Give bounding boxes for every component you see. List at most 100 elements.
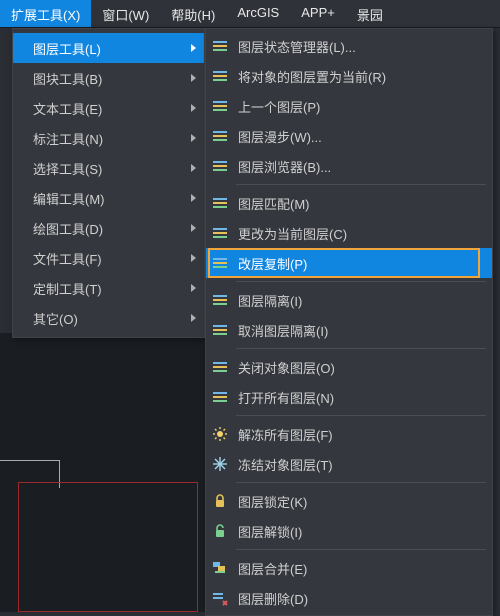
freeze-obj-icon [210, 454, 230, 474]
layer-off-icon [210, 357, 230, 377]
menu-jingyuan[interactable]: 景园 [346, 0, 394, 27]
separator [236, 549, 486, 550]
separator [236, 281, 486, 282]
submenu-other[interactable]: 其它(O) [13, 303, 204, 333]
submenu-label: 定制工具(T) [33, 279, 102, 298]
menu-item-label: 图层隔离(I) [238, 291, 302, 310]
layer-unlock[interactable]: 图层解锁(I) [206, 516, 492, 546]
change-layer-icon [210, 223, 230, 243]
layer-on-all-icon [210, 387, 230, 407]
thaw-all-layers[interactable]: 解冻所有图层(F) [206, 419, 492, 449]
menu-extension-tools[interactable]: 扩展工具(X) [0, 0, 91, 27]
layer-browse-icon [210, 156, 230, 176]
submenu-layer-tools[interactable]: 图层工具(L) [13, 33, 204, 63]
menu-item-label: 图层匹配(M) [238, 194, 310, 213]
menu-item-label: 图层状态管理器(L)... [238, 37, 356, 56]
prev-layer-icon [210, 96, 230, 116]
layer-browser[interactable]: 图层浏览器(B)... [206, 151, 492, 181]
menu-item-label: 取消图层隔离(I) [238, 321, 328, 340]
menu-item-label: 图层删除(D) [238, 589, 308, 608]
submenu-block-tools[interactable]: 图块工具(B) [13, 63, 204, 93]
submenu-annotation-tools[interactable]: 标注工具(N) [13, 123, 204, 153]
submenu-label: 选择工具(S) [33, 159, 102, 178]
submenu-custom-tools[interactable]: 定制工具(T) [13, 273, 204, 303]
canvas-selection-rect [18, 482, 198, 612]
menu-item-label: 上一个图层(P) [238, 97, 320, 116]
separator [236, 482, 486, 483]
submenu-selection-tools[interactable]: 选择工具(S) [13, 153, 204, 183]
menu-help[interactable]: 帮助(H) [160, 0, 226, 27]
close-object-layer[interactable]: 关闭对象图层(O) [206, 352, 492, 382]
layer-state-manager[interactable]: 图层状态管理器(L)... [206, 31, 492, 61]
layer-state-icon [210, 36, 230, 56]
submenu-label: 图层工具(L) [33, 39, 101, 58]
menu-window[interactable]: 窗口(W) [91, 0, 160, 27]
layer-match-icon [210, 193, 230, 213]
submenu-text-tools[interactable]: 文本工具(E) [13, 93, 204, 123]
layer-tools-submenu: 图层状态管理器(L)... 将对象的图层置为当前(R) 上一个图层(P) 图层漫步(W… [205, 28, 493, 616]
submenu-label: 绘图工具(D) [33, 219, 103, 238]
menu-item-label: 图层合并(E) [238, 559, 307, 578]
separator [236, 348, 486, 349]
submenu-label: 编辑工具(M) [33, 189, 105, 208]
layer-merge[interactable]: 图层合并(E) [206, 553, 492, 583]
chevron-right-icon [191, 44, 196, 52]
submenu-label: 文本工具(E) [33, 99, 102, 118]
submenu-file-tools[interactable]: 文件工具(F) [13, 243, 204, 273]
menu-item-label: 更改为当前图层(C) [238, 224, 347, 243]
chevron-right-icon [191, 224, 196, 232]
menu-arcgis[interactable]: ArcGIS [226, 0, 290, 27]
layer-delete-icon [210, 588, 230, 608]
menubar: 扩展工具(X) 窗口(W) 帮助(H) ArcGIS APP+ 景园 [0, 0, 500, 28]
layer-isolate-icon [210, 290, 230, 310]
chevron-right-icon [191, 134, 196, 142]
menu-app-plus[interactable]: APP+ [290, 0, 346, 27]
change-to-current-layer[interactable]: 更改为当前图层(C) [206, 218, 492, 248]
menu-item-label: 图层漫步(W)... [238, 127, 322, 146]
layer-walk[interactable]: 图层漫步(W)... [206, 121, 492, 151]
menu-item-label: 关闭对象图层(O) [238, 358, 335, 377]
layer-isolate[interactable]: 图层隔离(I) [206, 285, 492, 315]
open-all-layers[interactable]: 打开所有图层(N) [206, 382, 492, 412]
layer-match[interactable]: 图层匹配(M) [206, 188, 492, 218]
chevron-right-icon [191, 194, 196, 202]
submenu-label: 其它(O) [33, 309, 78, 328]
submenu-label: 标注工具(N) [33, 129, 103, 148]
menu-item-label: 图层锁定(K) [238, 492, 307, 511]
separator [236, 184, 486, 185]
chevron-right-icon [191, 74, 196, 82]
make-object-layer-current[interactable]: 将对象的图层置为当前(R) [206, 61, 492, 91]
menu-item-label: 图层解锁(I) [238, 522, 302, 541]
layer-unisolate[interactable]: 取消图层隔离(I) [206, 315, 492, 345]
chevron-right-icon [191, 164, 196, 172]
extension-tools-submenu: 图层工具(L) 图块工具(B) 文本工具(E) 标注工具(N) 选择工具(S) … [12, 28, 205, 338]
layer-walk-icon [210, 126, 230, 146]
layer-lock-icon [210, 491, 230, 511]
menu-item-label: 图层浏览器(B)... [238, 157, 331, 176]
menu-item-label: 解冻所有图层(F) [238, 425, 333, 444]
chevron-right-icon [191, 254, 196, 262]
menu-item-label: 冻结对象图层(T) [238, 455, 333, 474]
freeze-object-layer[interactable]: 冻结对象图层(T) [206, 449, 492, 479]
submenu-draw-tools[interactable]: 绘图工具(D) [13, 213, 204, 243]
chevron-right-icon [191, 104, 196, 112]
layer-unlock-icon [210, 521, 230, 541]
chevron-right-icon [191, 314, 196, 322]
submenu-label: 图块工具(B) [33, 69, 102, 88]
thaw-all-icon [210, 424, 230, 444]
layer-unisolate-icon [210, 320, 230, 340]
chevron-right-icon [191, 284, 196, 292]
menu-item-label: 改层复制(P) [238, 254, 307, 273]
layer-merge-icon [210, 558, 230, 578]
menu-item-label: 将对象的图层置为当前(R) [238, 67, 386, 86]
layer-delete[interactable]: 图层删除(D) [206, 583, 492, 613]
menu-item-label: 打开所有图层(N) [238, 388, 334, 407]
separator [236, 415, 486, 416]
submenu-edit-tools[interactable]: 编辑工具(M) [13, 183, 204, 213]
layer-lock[interactable]: 图层锁定(K) [206, 486, 492, 516]
layer-copy-icon [210, 253, 230, 273]
current-layer-icon [210, 66, 230, 86]
previous-layer[interactable]: 上一个图层(P) [206, 91, 492, 121]
layer-copy-change[interactable]: 改层复制(P) [206, 248, 492, 278]
submenu-label: 文件工具(F) [33, 249, 102, 268]
